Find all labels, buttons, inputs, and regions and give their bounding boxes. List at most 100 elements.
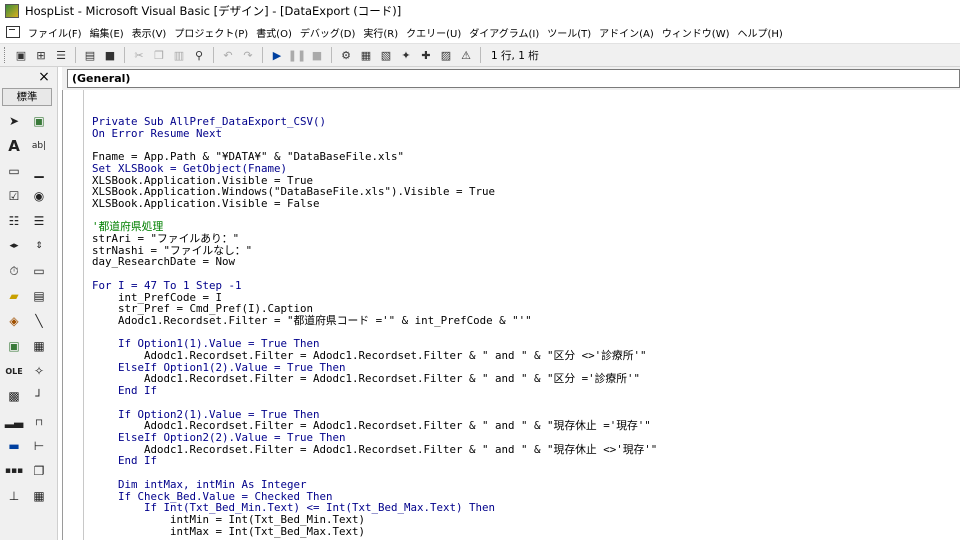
picturebox-tool-icon[interactable]: ▣ — [29, 111, 49, 131]
tabstrip-tool-icon[interactable]: ❐ — [29, 461, 49, 481]
menu-addins[interactable]: アドイン(A) — [595, 25, 658, 40]
redo-icon[interactable]: ↷ — [239, 46, 257, 64]
open-project-icon[interactable]: ▤ — [81, 46, 99, 64]
code-line[interactable]: day_ResearchDate = Now — [92, 256, 657, 268]
code-line[interactable]: End If — [92, 455, 657, 467]
datagrid-tool-icon[interactable]: ▩ — [4, 386, 24, 406]
editor-margin[interactable] — [63, 90, 84, 540]
code-line[interactable]: XLSBook.Application.Visible = False — [92, 198, 657, 210]
imagelist-tool-icon[interactable]: ⊥ — [4, 486, 24, 506]
run-icon[interactable]: ▶ — [268, 46, 286, 64]
listbox-tool-icon[interactable]: ☰ — [29, 211, 49, 231]
pointer-tool-icon[interactable]: ➤ — [4, 111, 24, 131]
adodc-tool-icon[interactable]: ▦ — [29, 486, 49, 506]
toolbar-separator — [480, 47, 481, 63]
ole-tool-icon[interactable]: OLE — [4, 361, 24, 381]
timer-tool-icon[interactable]: ⏱ — [4, 261, 24, 281]
menu-help[interactable]: ヘルプ(H) — [734, 25, 787, 40]
statusbar-tool-icon[interactable]: ▂▃ — [4, 411, 24, 431]
add-form-icon[interactable]: ⊞ — [32, 46, 50, 64]
find-icon[interactable]: ⚲ — [190, 46, 208, 64]
checkbox-tool-icon[interactable]: ☑ — [4, 186, 24, 206]
data-view-icon[interactable]: ▨ — [437, 46, 455, 64]
code-line[interactable]: strAri = "ファイルあり：" — [92, 233, 657, 245]
treeview-tool-icon[interactable]: ⊢ — [29, 436, 49, 456]
menu-edit[interactable]: 編集(E) — [86, 25, 128, 40]
cut-icon[interactable]: ✂ — [130, 46, 148, 64]
properties-window-icon[interactable]: ▦ — [357, 46, 375, 64]
code-line[interactable]: On Error Resume Next — [92, 127, 657, 140]
toolbar-grip[interactable] — [4, 47, 8, 63]
menu-format[interactable]: 書式(O) — [252, 25, 296, 40]
close-icon[interactable]: × — [35, 69, 53, 86]
vscrollbar-tool-icon[interactable]: ⇕ — [29, 236, 49, 256]
code-line[interactable]: Private Sub AllPref_DataExport_CSV() — [92, 116, 657, 128]
code-line[interactable]: For I = 47 To 1 Step -1 — [92, 280, 657, 292]
copy-icon[interactable]: ❐ — [150, 46, 168, 64]
line-tool-icon[interactable]: ╲ — [29, 311, 49, 331]
commandbutton-tool-icon[interactable]: ▁ — [29, 161, 49, 181]
component-manager-icon[interactable]: ⚠ — [457, 46, 475, 64]
code-line[interactable]: intMax = Int(Txt_Bed_Max.Text) — [92, 525, 657, 538]
code-line[interactable]: Adodc1.Recordset.Filter = "都道府県コード ='" &… — [92, 315, 657, 327]
menu-file[interactable]: ファイル(F) — [24, 25, 86, 40]
toolbox-tab-general[interactable]: 標準 — [2, 88, 52, 106]
code-line[interactable] — [92, 210, 657, 222]
menu-query[interactable]: クエリー(U) — [402, 25, 465, 40]
stop-icon[interactable]: ■ — [308, 46, 326, 64]
paste-icon[interactable]: ▥ — [170, 46, 188, 64]
menu-editor-icon[interactable]: ☰ — [52, 46, 70, 64]
textbox-tool-icon[interactable]: ab| — [29, 136, 49, 156]
code-text[interactable]: Private Sub AllPref_DataExport_CSV() On E… — [92, 116, 657, 537]
label-tool-icon[interactable]: A — [4, 136, 24, 156]
slider-tool-icon[interactable]: ▬ — [4, 436, 24, 456]
menu-run[interactable]: 実行(R) — [359, 25, 402, 40]
image-tool-icon[interactable]: ▣ — [4, 336, 24, 356]
code-line[interactable]: Dim intMax, intMin As Integer — [92, 479, 657, 491]
code-line[interactable]: Adodc1.Recordset.Filter = Adodc1.Records… — [92, 443, 657, 456]
code-window-icon[interactable] — [6, 26, 20, 38]
object-browser-icon[interactable]: ✦ — [397, 46, 415, 64]
toolbar-separator — [262, 47, 263, 63]
toolbox-icon[interactable]: ✚ — [417, 46, 435, 64]
vb-project-icon[interactable]: ▣ — [12, 46, 30, 64]
progressbar-tool-icon[interactable]: ┌┐ — [29, 411, 49, 431]
hscrollbar-tool-icon[interactable]: ◂▸ — [4, 236, 24, 256]
code-line[interactable]: intMin = Int(Txt_Bed_Min.Text) — [92, 514, 657, 526]
shape-tool-icon[interactable]: ◈ — [4, 311, 24, 331]
menu-window[interactable]: ウィンドウ(W) — [658, 25, 734, 40]
object-combo-area: (General) — [62, 67, 960, 90]
data-tool-icon[interactable]: ▦ — [29, 336, 49, 356]
custom-control-icon[interactable]: ✧ — [29, 361, 49, 381]
combobox-tool-icon[interactable]: ☷ — [4, 211, 24, 231]
pause-icon[interactable]: ❚❚ — [288, 46, 306, 64]
toolbox-panel: × 標準 ➤ ▣ A ab| ▭ ▁ ☑ ◉ ☷ ☰ ◂▸ ⇕ ⏱ ▭ ▰ ▤ … — [0, 67, 58, 540]
code-line[interactable]: Adodc1.Recordset.Filter = Adodc1.Records… — [92, 350, 657, 362]
project-explorer-icon[interactable]: ⚙ — [337, 46, 355, 64]
drivelistbox-tool-icon[interactable]: ▭ — [29, 261, 49, 281]
save-project-icon[interactable]: ■ — [101, 46, 119, 64]
form-layout-icon[interactable]: ▧ — [377, 46, 395, 64]
menu-view[interactable]: 表示(V) — [128, 25, 171, 40]
menu-diagram[interactable]: ダイアグラム(I) — [465, 25, 543, 40]
toolbar-tool-icon[interactable]: ┘ — [29, 386, 49, 406]
frame-tool-icon[interactable]: ▭ — [4, 161, 24, 181]
vb-app-icon — [5, 4, 19, 18]
object-combo[interactable]: (General) — [67, 69, 960, 88]
code-line[interactable]: Set XLSBook = GetObject(Fname) — [92, 163, 657, 175]
optionbutton-tool-icon[interactable]: ◉ — [29, 186, 49, 206]
menu-project[interactable]: プロジェクト(P) — [170, 25, 252, 40]
filelistbox-tool-icon[interactable]: ▤ — [29, 286, 49, 306]
dirlistbox-tool-icon[interactable]: ▰ — [4, 286, 24, 306]
code-line[interactable]: Adodc1.Recordset.Filter = Adodc1.Records… — [92, 373, 657, 385]
cursor-position: 1 行, 1 桁 — [491, 49, 539, 62]
menu-debug[interactable]: デバッグ(D) — [296, 25, 360, 40]
undo-icon[interactable]: ↶ — [219, 46, 237, 64]
listview-tool-icon[interactable]: ▪▪▪ — [4, 461, 24, 481]
toolbar-separator — [75, 47, 76, 63]
code-editor[interactable]: Private Sub AllPref_DataExport_CSV() On E… — [62, 90, 960, 540]
menu-tools[interactable]: ツール(T) — [543, 25, 595, 40]
code-line[interactable] — [92, 397, 657, 409]
code-line[interactable]: End If — [92, 385, 657, 397]
code-line[interactable]: ElseIf Option2(2).Value = True Then — [92, 432, 657, 444]
